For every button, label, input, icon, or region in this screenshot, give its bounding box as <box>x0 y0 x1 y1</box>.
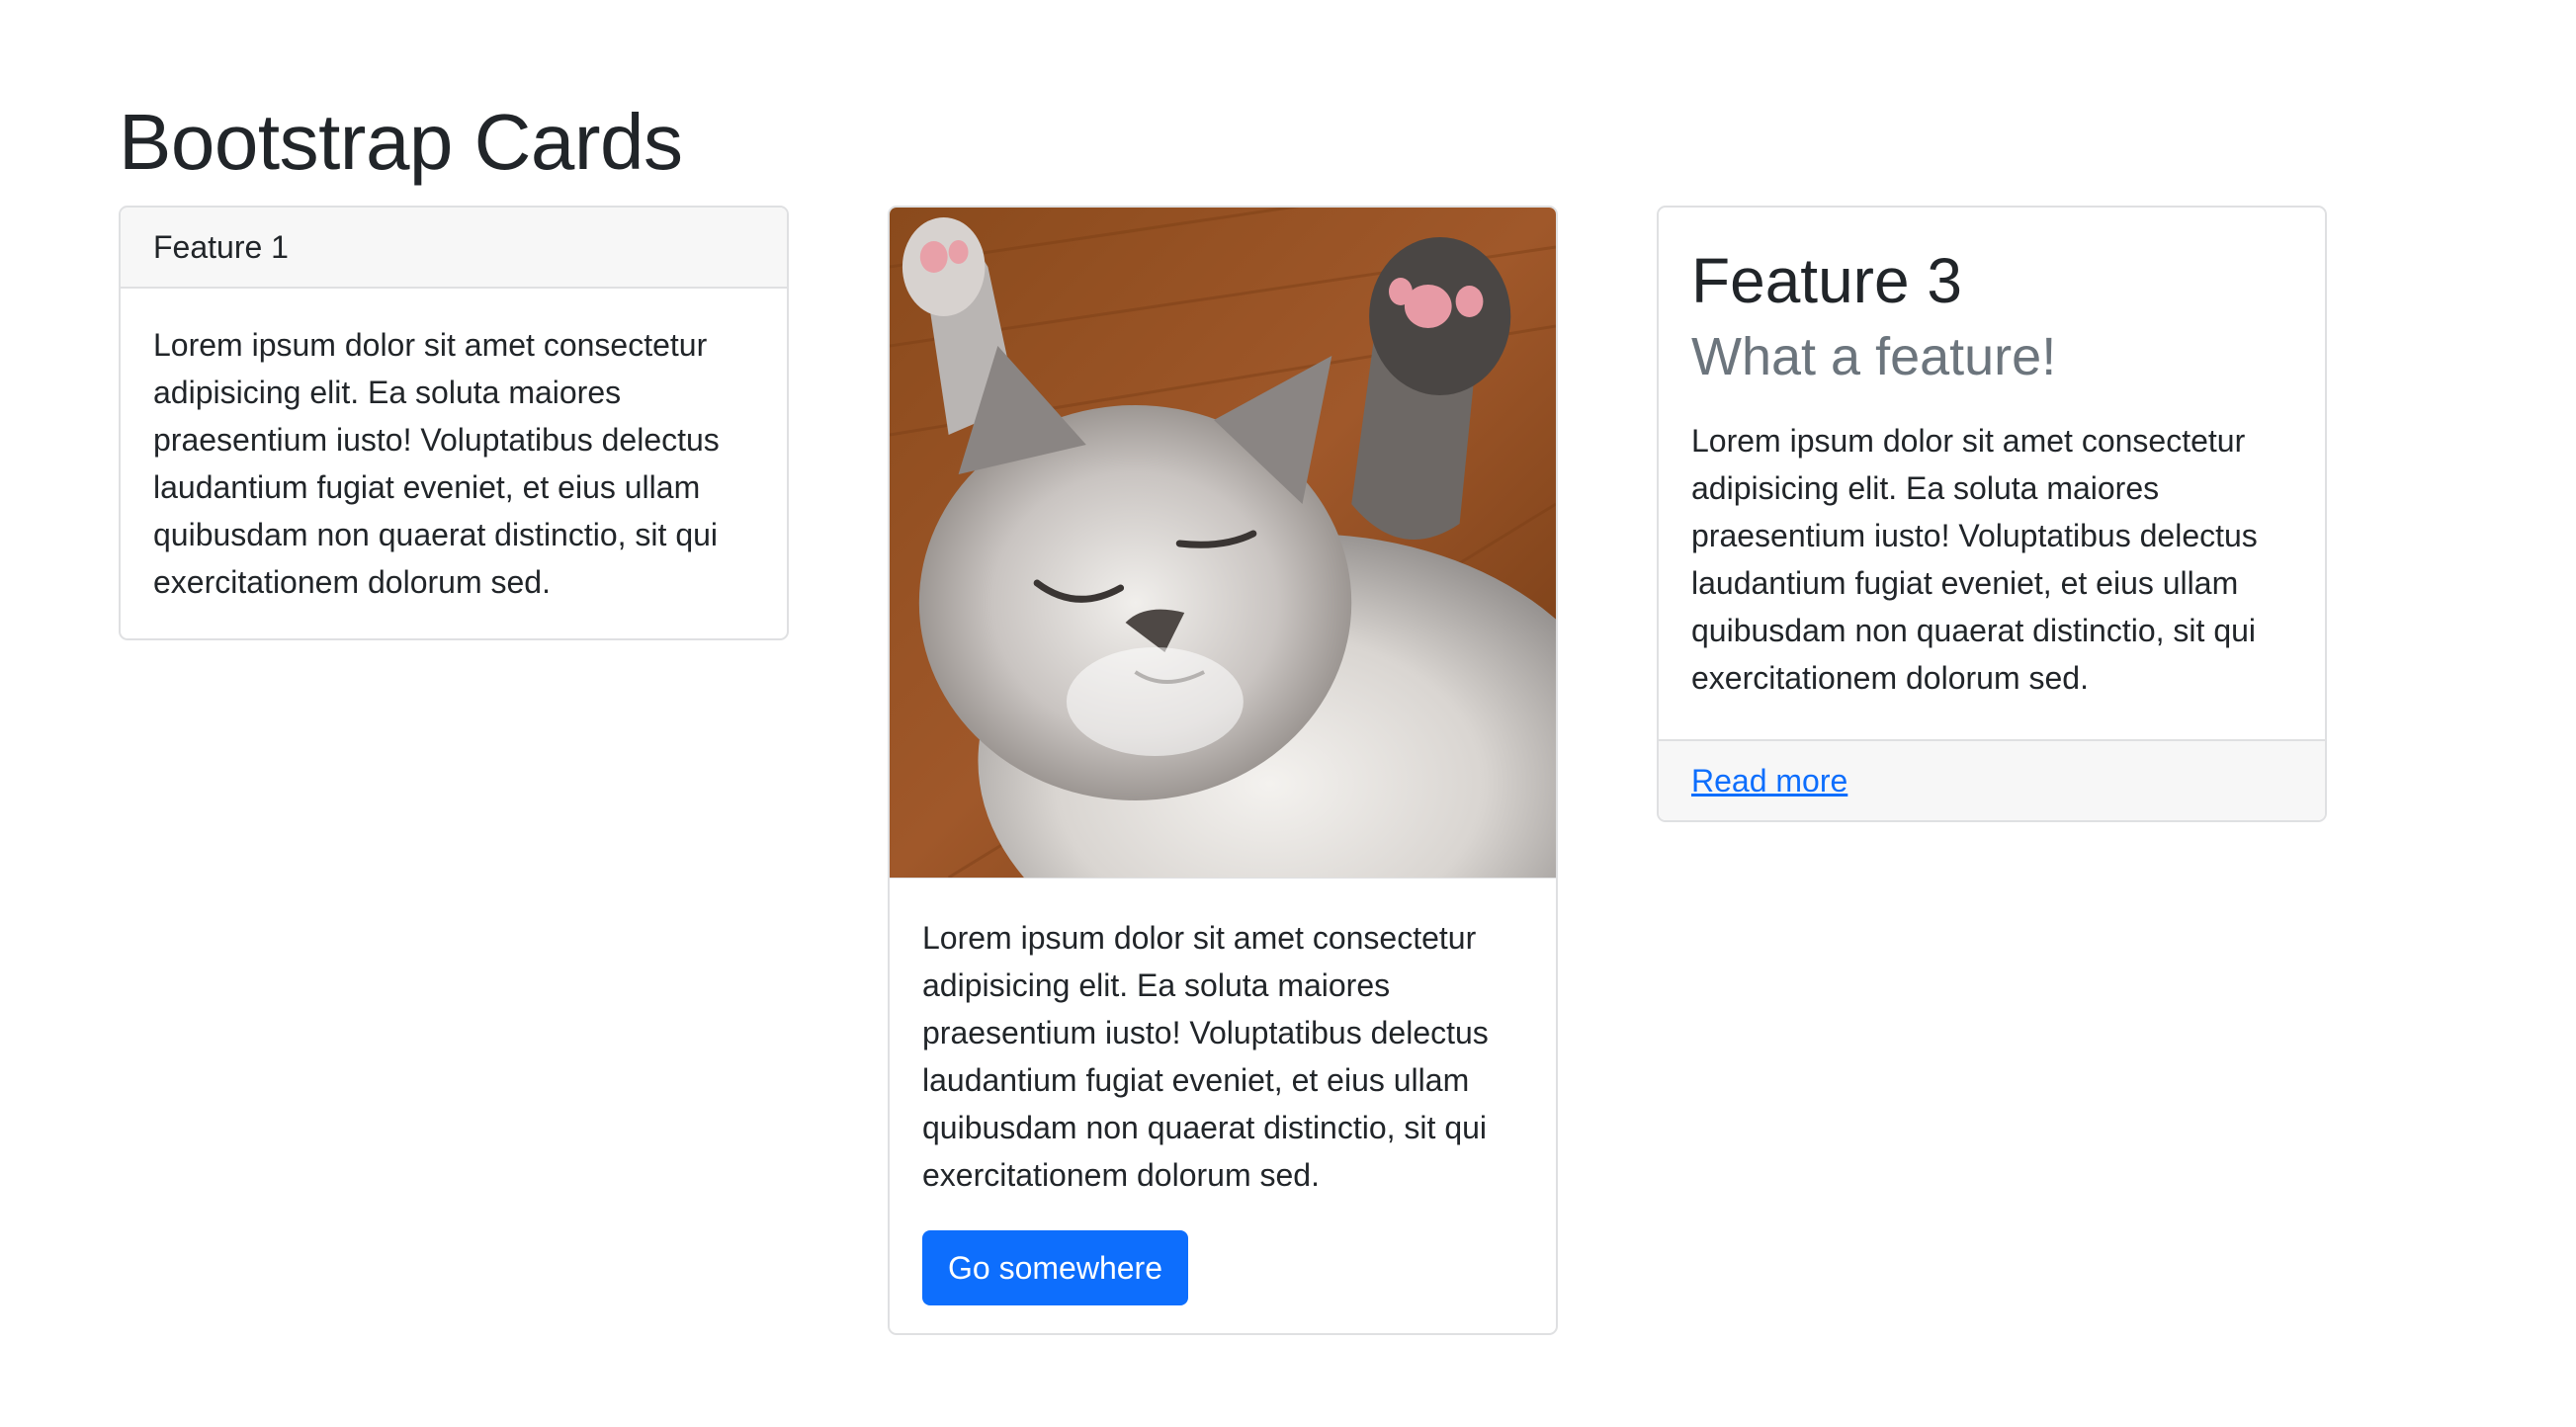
card-body: Lorem ipsum dolor sit amet consectetur a… <box>121 289 787 606</box>
page: Bootstrap Cards Feature 1 Lorem ipsum do… <box>0 0 2576 1427</box>
page-title: Bootstrap Cards <box>119 98 683 186</box>
card-text: Lorem ipsum dolor sit amet consectetur a… <box>922 920 1489 1193</box>
card-body: Feature 3 What a feature! Lorem ipsum do… <box>1659 208 2325 702</box>
go-somewhere-button[interactable]: Go somewhere <box>922 1230 1188 1305</box>
card-feature-1: Feature 1 Lorem ipsum dolor sit amet con… <box>119 206 789 640</box>
card-footer: Read more <box>1659 739 2325 820</box>
card-subtitle: What a feature! <box>1691 326 2057 386</box>
card-text: Lorem ipsum dolor sit amet consectetur a… <box>1691 422 2258 696</box>
card-body: Lorem ipsum dolor sit amet consectetur a… <box>890 879 1556 1305</box>
kitten-image <box>890 208 1556 879</box>
card-header: Feature 1 <box>121 208 787 289</box>
read-more-link[interactable]: Read more <box>1691 763 1847 799</box>
card-feature-2: Lorem ipsum dolor sit amet consectetur a… <box>888 206 1558 1335</box>
card-text: Lorem ipsum dolor sit amet consectetur a… <box>153 327 720 600</box>
card-feature-3: Feature 3 What a feature! Lorem ipsum do… <box>1657 206 2327 822</box>
card-title: Feature 3 <box>1691 245 1962 316</box>
